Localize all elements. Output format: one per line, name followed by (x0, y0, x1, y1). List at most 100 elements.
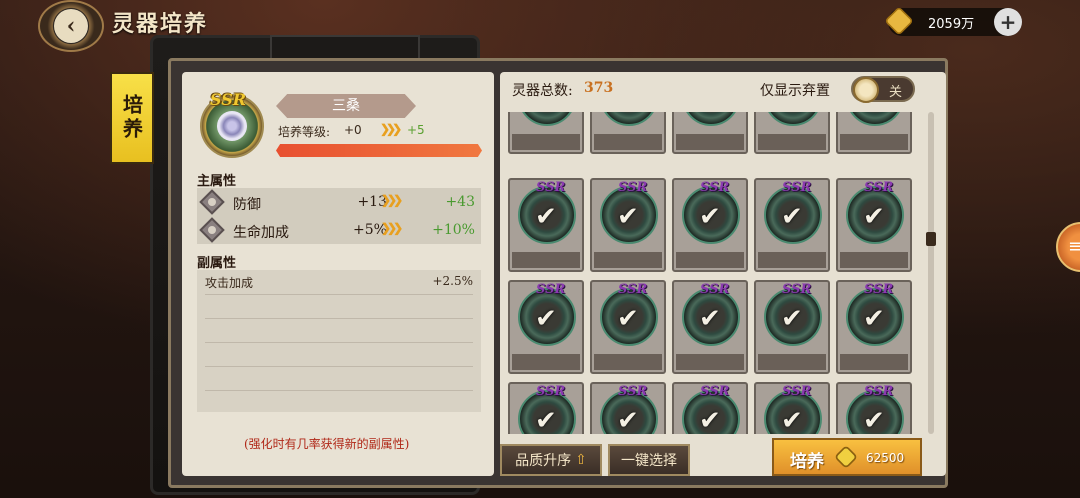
checkmark-icon: ✔ (863, 406, 885, 434)
checkmark-icon: ✔ (617, 202, 639, 232)
divider (205, 318, 473, 319)
attr-new: +43 (445, 194, 475, 210)
cell-rarity: SSR (782, 180, 812, 195)
inventory-cell[interactable]: SSR✔ (508, 382, 584, 434)
cell-footer (676, 134, 744, 150)
cell-rarity: SSR (782, 282, 812, 297)
cell-footer (840, 252, 908, 268)
cell-rarity: SSR (700, 282, 730, 297)
currency-value: 2059万 (928, 17, 975, 32)
sub-attrs-list: 攻击加成 +2.5% (197, 270, 481, 412)
checkmark-icon: ✔ (699, 112, 721, 114)
scrollbar-track[interactable] (928, 112, 934, 434)
divider (205, 342, 473, 343)
inventory-cell[interactable]: SSR✔ (836, 112, 912, 154)
cultivate-button[interactable]: 培养 62500 (772, 438, 922, 476)
inventory-cell[interactable]: SSR✔ (754, 382, 830, 434)
one-click-select-button[interactable]: 一键选择 (608, 444, 690, 476)
double-chevron-icon: ❯❯❯ (380, 122, 402, 136)
cell-footer (676, 252, 744, 268)
heart-icon (199, 217, 225, 243)
page-title: 灵器培养 (112, 11, 209, 37)
item-name: 三桑 (276, 94, 416, 118)
inventory-cell[interactable]: SSR✔ (836, 280, 912, 374)
checkmark-icon: ✔ (863, 112, 885, 114)
back-arrow-icon: ‹ (54, 9, 88, 43)
tab-cultivate[interactable]: 培养 (110, 72, 154, 164)
main-attrs-title: 主属性 (197, 174, 237, 189)
checkmark-icon: ✔ (699, 406, 721, 434)
checkmark-icon: ✔ (617, 112, 639, 114)
total-value: 373 (584, 80, 614, 96)
inventory-cell[interactable]: SSR✔ (672, 112, 748, 154)
checkmark-icon: ✔ (535, 304, 557, 334)
sub-attr-name: 攻击加成 (205, 276, 254, 290)
inventory-cell[interactable]: SSR✔ (508, 112, 584, 154)
cell-rarity: SSR (536, 180, 566, 195)
checkmark-icon: ✔ (781, 202, 803, 232)
checkmark-icon: ✔ (863, 202, 885, 232)
inventory-cell[interactable]: SSR ✔ (754, 280, 830, 374)
sub-attr-value: +2.5% (432, 274, 473, 288)
level-current: +0 (344, 123, 362, 137)
inventory-cell[interactable]: SSR✔ (590, 280, 666, 374)
currency-display: 2059万 + (884, 6, 1022, 36)
checkmark-icon: ✔ (535, 406, 557, 434)
inventory-cell[interactable]: SSR ✔ (672, 382, 748, 434)
double-chevron-icon: ❯❯❯ (381, 221, 403, 235)
inventory-cell[interactable]: SSR ✔ (508, 178, 584, 272)
hint-text: (强化时有几率获得新的副属性) (244, 437, 410, 451)
cell-rarity: SSR (618, 180, 648, 195)
cell-footer (512, 354, 580, 370)
inventory-cell[interactable]: SSR ✔ (508, 280, 584, 374)
divider (205, 294, 473, 295)
scrollbar-thumb[interactable] (926, 232, 936, 246)
inventory-cell[interactable]: SSR ✔ (836, 382, 912, 434)
checkmark-icon: ✔ (617, 406, 639, 434)
cell-footer (594, 354, 662, 370)
sort-label: 品质升序 (515, 453, 572, 469)
checkmark-icon: ✔ (535, 112, 557, 114)
inventory-cell[interactable]: SSR✔ (590, 382, 666, 434)
checkmark-icon: ✔ (781, 406, 803, 434)
inventory-cell[interactable]: SSR✔ (836, 178, 912, 272)
attr-current: +13 (357, 194, 387, 210)
level-progress-bar (276, 144, 482, 157)
cell-rarity: SSR (700, 384, 730, 399)
back-button[interactable]: ‹ (38, 0, 104, 52)
item-disk-icon (600, 112, 658, 126)
cell-rarity: SSR (700, 180, 730, 195)
cell-footer (758, 134, 826, 150)
toggle-knob (853, 77, 879, 103)
inventory-cell[interactable]: SSR✔ (672, 178, 748, 272)
cell-rarity: SSR (864, 384, 894, 399)
attr-current: +5% (353, 222, 387, 238)
add-currency-button[interactable]: + (994, 8, 1022, 36)
attr-new: +10% (432, 222, 475, 238)
toggle-state: 关 (889, 85, 903, 100)
inventory-cell[interactable]: SSR ✔ (590, 178, 666, 272)
item-disk-icon (846, 112, 904, 126)
sub-attrs-title: 副属性 (197, 256, 237, 271)
cell-rarity: SSR (536, 282, 566, 297)
double-chevron-icon: ❯❯❯ (381, 193, 403, 207)
inventory-cell[interactable]: SSR✔ (590, 112, 666, 154)
cell-footer (758, 354, 826, 370)
checkmark-icon: ✔ (863, 304, 885, 334)
level-new: +5 (407, 123, 425, 137)
inventory-cell[interactable]: SSR ✔ (754, 178, 830, 272)
coin-icon (833, 444, 859, 470)
inventory-cell[interactable]: SSR✔ (754, 112, 830, 154)
checkmark-icon: ✔ (617, 304, 639, 334)
level-label: 培养等级: (278, 125, 331, 139)
filter-label: 仅显示弃置 (760, 83, 830, 99)
checkmark-icon: ✔ (535, 202, 557, 232)
attr-row: 生命加成 +5% ❯❯❯ +10% (197, 216, 481, 244)
discard-filter-toggle[interactable]: 关 (851, 76, 915, 103)
attr-row: 防御 +13 ❯❯❯ +43 (197, 188, 481, 216)
inventory-cell[interactable]: SSR✔ (672, 280, 748, 374)
checkmark-icon: ✔ (781, 304, 803, 334)
sort-quality-button[interactable]: 品质升序 ⇧ (500, 444, 602, 476)
divider (205, 390, 473, 391)
rarity-badge: SSR (210, 90, 247, 109)
